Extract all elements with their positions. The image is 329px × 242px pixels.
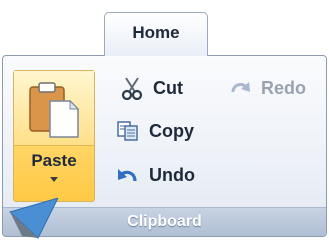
clipboard-paste-icon: [29, 82, 80, 138]
undo-button[interactable]: Undo: [115, 161, 195, 189]
cut-button[interactable]: Cut: [119, 74, 183, 102]
paste-button-top[interactable]: [14, 71, 94, 146]
undo-label: Undo: [149, 164, 195, 185]
tab-home-label: Home: [132, 23, 180, 42]
paste-button-label: Paste: [31, 151, 77, 170]
paste-button[interactable]: Paste: [13, 70, 95, 202]
undo-icon: [118, 169, 137, 182]
copy-icon: [117, 121, 138, 141]
scissors-icon: [121, 77, 143, 100]
copy-button[interactable]: Copy: [115, 117, 194, 145]
redo-button[interactable]: Redo: [227, 74, 306, 102]
redo-label: Redo: [261, 77, 306, 98]
cut-label: Cut: [153, 77, 183, 98]
chevron-down-icon[interactable]: [50, 177, 58, 182]
redo-icon: [231, 82, 250, 93]
copy-label: Copy: [149, 120, 194, 141]
callout-pointer-icon: [9, 198, 59, 239]
tab-home[interactable]: Home: [104, 12, 208, 56]
